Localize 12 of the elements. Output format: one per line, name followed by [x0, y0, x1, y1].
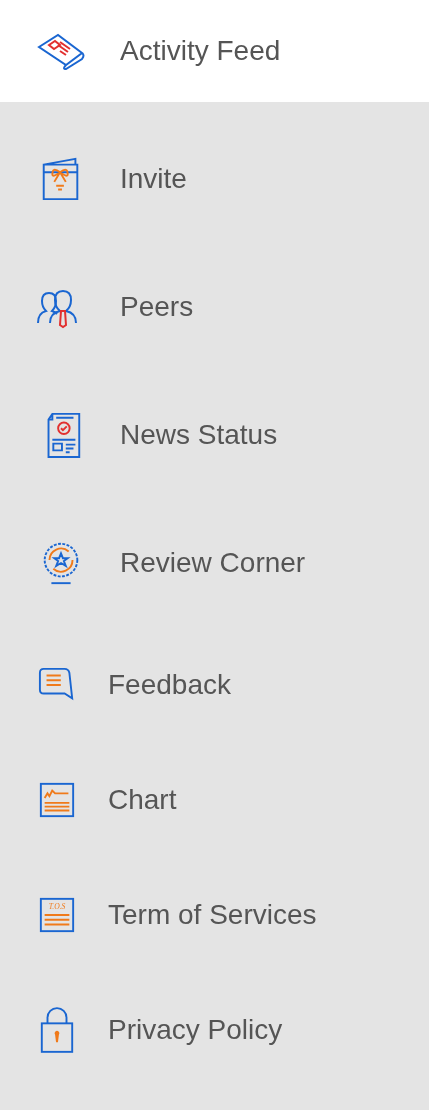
- menu-item[interactable]: News Status: [0, 371, 429, 499]
- menu-item[interactable]: Invite: [0, 115, 429, 243]
- menu-item[interactable]: Review Corner: [0, 499, 429, 627]
- document-icon: T.O.S: [38, 895, 76, 934]
- chart-icon: [38, 780, 76, 819]
- menu-item[interactable]: T.O.S Term of Services: [0, 857, 429, 972]
- menu-item[interactable]: Chart: [0, 742, 429, 857]
- menu-item[interactable]: Activity Feed: [0, 0, 429, 102]
- menu-item[interactable]: Feedback: [0, 627, 429, 742]
- menu-item[interactable]: Peers: [0, 243, 429, 371]
- padlock-icon: [38, 1004, 76, 1055]
- menu-item[interactable]: Privacy Policy: [0, 972, 429, 1087]
